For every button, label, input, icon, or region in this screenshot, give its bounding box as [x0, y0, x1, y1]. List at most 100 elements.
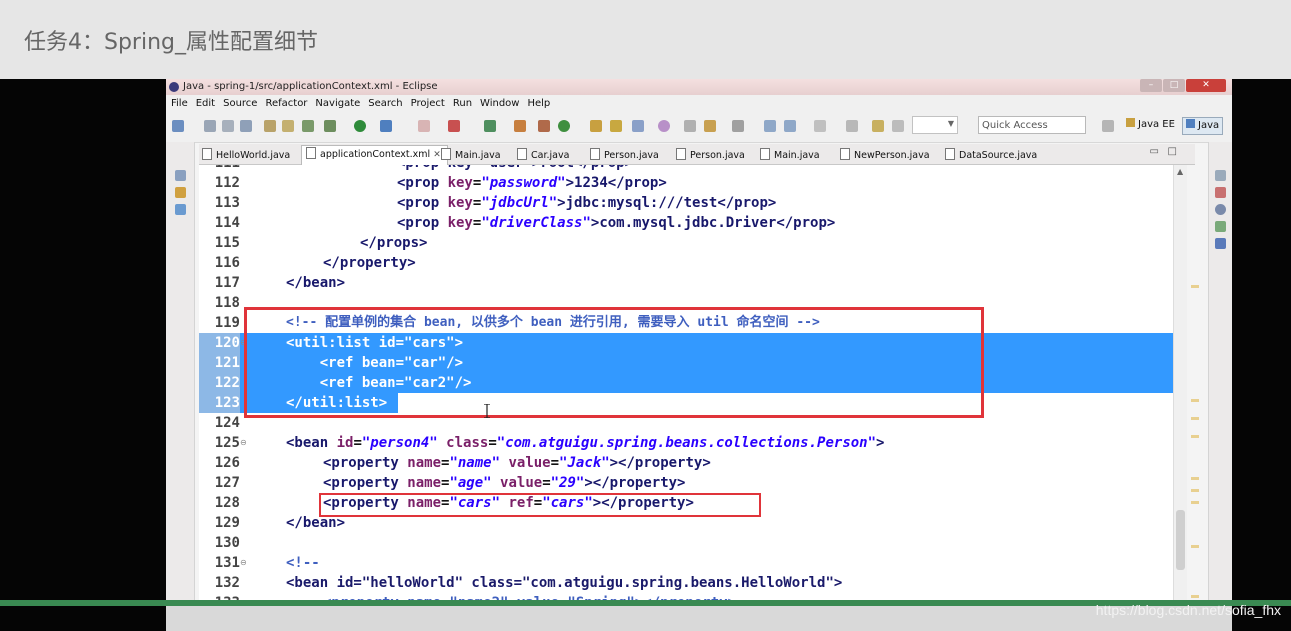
- javadoc-icon[interactable]: [1215, 204, 1226, 215]
- forward-icon[interactable]: [784, 120, 796, 132]
- ruler-marker[interactable]: [1191, 399, 1199, 402]
- ruler-marker[interactable]: [1191, 489, 1199, 492]
- menu-search[interactable]: Search: [368, 98, 402, 109]
- menu-project[interactable]: Project: [411, 98, 445, 109]
- console-icon[interactable]: [1215, 238, 1226, 249]
- tab-car-java[interactable]: Car.java: [517, 147, 569, 164]
- menu-run[interactable]: Run: [453, 98, 472, 109]
- ruler-marker[interactable]: [1191, 501, 1199, 504]
- open-type-icon[interactable]: [282, 120, 294, 132]
- tab-person-java[interactable]: Person.java: [590, 147, 659, 164]
- new-java-project-icon[interactable]: [484, 120, 496, 132]
- new-package-icon[interactable]: [514, 120, 526, 132]
- zoom-combo[interactable]: ▼: [912, 116, 958, 134]
- run-icon[interactable]: [354, 120, 366, 132]
- pencil-icon[interactable]: [632, 120, 644, 132]
- tab-person-java-2[interactable]: Person.java: [676, 147, 745, 164]
- ruler-marker[interactable]: [1191, 417, 1199, 420]
- problems-icon[interactable]: [1215, 187, 1226, 198]
- quick-access-input[interactable]: Quick Access: [978, 116, 1086, 134]
- pin-icon[interactable]: [732, 120, 744, 132]
- search-icon[interactable]: [684, 120, 696, 132]
- watermark-url: https://blog.csdn.net/sofia_fhx: [1095, 602, 1281, 618]
- back-icon[interactable]: [764, 120, 776, 132]
- code-text: <prop key="password">1234</prop>: [397, 173, 667, 193]
- close-tab-icon[interactable]: ✕: [433, 150, 441, 160]
- next-edit-icon[interactable]: [814, 120, 826, 132]
- line-number: 123: [199, 393, 240, 413]
- tab-label: Person.java: [690, 150, 745, 161]
- menu-edit[interactable]: Edit: [196, 98, 215, 109]
- xml-tag: <bean: [286, 435, 337, 451]
- fold-icon[interactable]: ⊖: [240, 339, 247, 347]
- package-explorer-icon[interactable]: [175, 170, 186, 181]
- line-number: 131: [214, 555, 240, 571]
- task-list-icon[interactable]: [1215, 170, 1226, 181]
- maximize-editor-icon[interactable]: □: [1168, 146, 1177, 157]
- open-perspective-icon[interactable]: [1102, 120, 1114, 132]
- print-icon[interactable]: [240, 120, 252, 132]
- xml-value: "29": [550, 475, 585, 491]
- layout-icon[interactable]: [846, 120, 858, 132]
- hierarchy-icon[interactable]: [175, 187, 186, 198]
- tab-main-java-2[interactable]: Main.java: [760, 147, 820, 164]
- new-class-icon[interactable]: [538, 120, 550, 132]
- external-tools-icon[interactable]: [380, 120, 392, 132]
- ruler-marker[interactable]: [1191, 285, 1199, 288]
- tab-datasource-java[interactable]: DataSource.java: [945, 147, 1037, 164]
- tab-applicationcontext-xml[interactable]: applicationContext.xml ✕: [301, 145, 448, 165]
- xml-tag: ></property>: [609, 455, 711, 471]
- scrollbar-thumb[interactable]: [1176, 510, 1185, 570]
- code-comment: <!--: [286, 555, 320, 571]
- fold-icon[interactable]: ⊖: [240, 439, 247, 447]
- minimize-editor-icon[interactable]: ▭: [1150, 146, 1159, 157]
- editor-vertical-scrollbar[interactable]: ▲: [1173, 165, 1188, 631]
- ruler-marker[interactable]: [1191, 435, 1199, 438]
- debug-icon[interactable]: [324, 120, 336, 132]
- save-icon[interactable]: [204, 120, 216, 132]
- java-file-icon: [676, 148, 686, 160]
- menu-refactor[interactable]: Refactor: [265, 98, 307, 109]
- annotation-icon[interactable]: [704, 120, 716, 132]
- folder-icon[interactable]: [610, 120, 622, 132]
- code-line: 124: [199, 413, 1173, 433]
- menu-source[interactable]: Source: [223, 98, 257, 109]
- minimize-button[interactable]: –: [1140, 79, 1162, 92]
- maximize-button[interactable]: □: [1163, 79, 1185, 92]
- code-text: </props>: [360, 235, 428, 251]
- line-number: 114: [214, 215, 240, 231]
- ruler-marker[interactable]: [1191, 595, 1199, 598]
- grid-icon[interactable]: [892, 120, 904, 132]
- tab-main-java[interactable]: Main.java: [441, 147, 501, 164]
- declaration-icon[interactable]: [1215, 221, 1226, 232]
- perspective-java-ee[interactable]: Java EE: [1126, 117, 1175, 133]
- menu-navigate[interactable]: Navigate: [315, 98, 360, 109]
- xml-editor[interactable]: 111 <prop key="user">root</prop> 112 <prop…: [199, 165, 1173, 631]
- scroll-up-icon[interactable]: ▲: [1177, 167, 1183, 176]
- new-interface-icon[interactable]: [558, 120, 570, 132]
- close-button[interactable]: ✕: [1186, 79, 1226, 92]
- code-text: </property>: [323, 255, 416, 271]
- stop-icon[interactable]: [418, 120, 430, 132]
- ruler-marker[interactable]: [1191, 477, 1199, 480]
- open-task-icon[interactable]: [264, 120, 276, 132]
- fold-icon[interactable]: ⊖: [240, 559, 247, 567]
- code-line: 115 </props>: [199, 233, 1173, 253]
- menu-help[interactable]: Help: [527, 98, 550, 109]
- selected-line: 121 <ref bean="car"/>: [199, 353, 1173, 373]
- ant-icon[interactable]: [448, 120, 460, 132]
- xml-tag: ></property>: [584, 475, 686, 491]
- perspective-java[interactable]: Java: [1182, 117, 1224, 135]
- tool-icon[interactable]: [872, 120, 884, 132]
- tab-newperson-java[interactable]: NewPerson.java: [840, 147, 930, 164]
- menu-file[interactable]: File: [171, 98, 188, 109]
- open-folder-icon[interactable]: [590, 120, 602, 132]
- globe-icon[interactable]: [658, 120, 670, 132]
- ruler-marker[interactable]: [1191, 545, 1199, 548]
- outline-icon[interactable]: [175, 204, 186, 215]
- save-all-icon[interactable]: [222, 120, 234, 132]
- tab-helloworld-java[interactable]: HelloWorld.java: [202, 147, 290, 164]
- menu-window[interactable]: Window: [480, 98, 519, 109]
- toggle-mark-icon[interactable]: [302, 120, 314, 132]
- new-icon[interactable]: [172, 120, 184, 132]
